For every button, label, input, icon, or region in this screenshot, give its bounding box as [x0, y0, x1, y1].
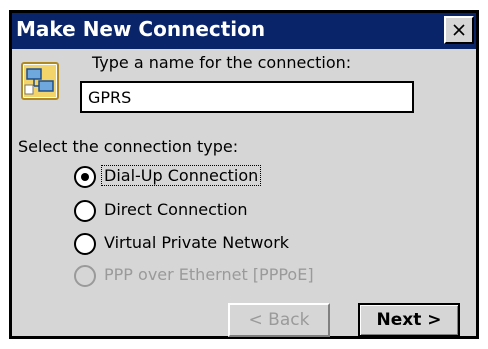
- close-button[interactable]: [444, 16, 474, 44]
- next-button[interactable]: Next >: [358, 303, 460, 337]
- connection-name-label: Type a name for the connection:: [92, 53, 352, 72]
- radio-button: [74, 265, 96, 287]
- radio-button[interactable]: [74, 166, 96, 188]
- radio-label: Direct Connection: [104, 200, 248, 219]
- network-connection-icon: [20, 61, 60, 101]
- radio-label: PPP over Ethernet [PPPoE]: [104, 265, 314, 284]
- radio-button[interactable]: [74, 233, 96, 255]
- title-bar: Make New Connection: [12, 13, 476, 49]
- connection-type-label: Select the connection type:: [18, 137, 239, 156]
- radio-button[interactable]: [74, 200, 96, 222]
- make-new-connection-dialog: Make New Connection Type a name for the …: [9, 10, 479, 339]
- radio-label: Virtual Private Network: [104, 233, 290, 252]
- back-button: < Back: [228, 303, 330, 337]
- window-title: Make New Connection: [16, 17, 266, 41]
- close-icon: [453, 24, 465, 36]
- radio-selected-dot: [81, 173, 89, 181]
- radio-label: Dial-Up Connection: [100, 165, 262, 186]
- connection-name-input[interactable]: [80, 81, 414, 113]
